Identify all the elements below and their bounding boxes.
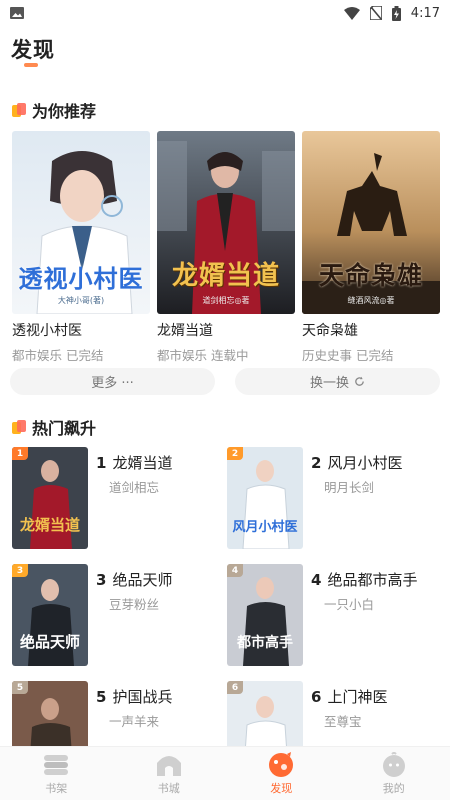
hot-book-title: 5 护国战兵 [96, 688, 173, 706]
hot-book-author: 一声羊来 [109, 714, 160, 729]
rank-badge: 4 [227, 564, 243, 577]
battery-charging-icon [391, 5, 401, 21]
bookstore-icon [155, 752, 183, 778]
nav-label: 书城 [157, 781, 180, 795]
rank-badge: 5 [12, 681, 28, 694]
discover-icon [267, 751, 295, 778]
hot-item[interactable]: 都市高手 4 4 绝品都市高手 一只小白 [227, 564, 437, 666]
section-icon [12, 103, 26, 117]
cover-title: 透视小村医 [18, 265, 144, 293]
hot-item[interactable]: 绝品天师 3 3 绝品天师 豆芽粉丝 [12, 564, 222, 666]
book-meta: 都市娱乐 连载中 [157, 348, 249, 363]
no-sim-icon [369, 6, 382, 20]
profile-icon [380, 751, 408, 778]
hot-book-title: 1 龙婿当道 [96, 454, 173, 472]
hot-header: 热门飙升 [12, 415, 96, 439]
hot-book-author: 一只小白 [324, 597, 375, 612]
hot-title: 热门飙升 [32, 419, 97, 438]
recommend-list: 透视小村医 大神小哥(著) 透视小村医 都市娱乐 已完结 龙婿当道 道剑相忘◎著… [12, 131, 440, 364]
hot-item[interactable]: 龙婿当道 1 1 龙婿当道 道剑相忘 [12, 447, 222, 549]
book-cover[interactable]: 龙婿当道 1 [12, 447, 88, 549]
book-title: 龙婿当道 [157, 323, 213, 339]
bottom-nav: 书架 书城 发现 我的 [0, 746, 450, 800]
clock: 4:17 [410, 5, 440, 21]
nav-bookshelf[interactable]: 书架 [0, 747, 113, 800]
hot-book-title: 3 绝品天师 [96, 571, 173, 589]
refresh-button[interactable]: 换一换 [235, 368, 440, 395]
cover-title: 风月小村医 [232, 520, 298, 535]
hot-book-author: 道剑相忘 [109, 480, 160, 495]
status-bar: 4:17 [0, 0, 450, 26]
recommend-book[interactable]: 天命枭雄 缝酒风流◎著 天命枭雄 历史史事 已完结 [302, 131, 440, 364]
section-icon [12, 420, 26, 434]
nav-bookstore[interactable]: 书城 [113, 747, 226, 800]
recommend-book[interactable]: 龙婿当道 道剑相忘◎著 龙婿当道 都市娱乐 连载中 [157, 131, 295, 364]
cover-title: 绝品天师 [19, 633, 80, 651]
more-button[interactable]: 更多 ··· [10, 368, 215, 395]
recommend-actions: 更多 ··· 换一换 [10, 368, 440, 395]
cover-author: 大神小哥(著) [57, 296, 105, 305]
bookshelf-icon [42, 752, 70, 778]
nav-profile[interactable]: 我的 [338, 747, 450, 800]
book-cover[interactable]: 透视小村医 大神小哥(著) [12, 131, 150, 314]
hot-book-author: 明月长剑 [324, 480, 375, 495]
refresh-icon [355, 376, 364, 386]
more-button-label: 更多 ··· [91, 376, 134, 391]
wifi-icon [343, 6, 360, 20]
hot-book-author: 豆芽粉丝 [109, 597, 160, 612]
book-title: 天命枭雄 [302, 323, 358, 339]
nav-label: 发现 [270, 781, 293, 795]
recommend-title: 为你推荐 [32, 102, 97, 121]
cover-title: 都市高手 [237, 635, 293, 651]
refresh-button-label: 换一换 [309, 376, 349, 391]
book-meta: 历史史事 已完结 [302, 348, 394, 363]
title-underline [24, 63, 38, 67]
book-cover[interactable]: 风月小村医 2 [227, 447, 303, 549]
recommend-book[interactable]: 透视小村医 大神小哥(著) 透视小村医 都市娱乐 已完结 [12, 131, 150, 364]
cover-author: 道剑相忘◎著 [202, 296, 250, 305]
rank-badge: 1 [12, 447, 28, 460]
hot-book-title: 6 上门神医 [311, 688, 388, 706]
rank-badge: 6 [227, 681, 243, 694]
book-cover[interactable]: 龙婿当道 道剑相忘◎著 [157, 131, 295, 314]
nav-discover[interactable]: 发现 [225, 747, 338, 800]
recommend-header: 为你推荐 [12, 98, 96, 122]
cover-title: 龙婿当道 [19, 516, 80, 534]
cover-title: 天命枭雄 [318, 261, 423, 290]
image-icon [10, 7, 24, 19]
book-meta: 都市娱乐 已完结 [12, 348, 104, 363]
book-cover[interactable]: 天命枭雄 缝酒风流◎著 [302, 131, 440, 314]
rank-badge: 2 [227, 447, 243, 460]
hot-book-title: 2 风月小村医 [311, 454, 403, 472]
hot-item[interactable]: 风月小村医 2 2 风月小村医 明月长剑 [227, 447, 437, 549]
nav-label: 书架 [45, 781, 68, 795]
book-title: 透视小村医 [12, 323, 82, 339]
hot-book-title: 4 绝品都市高手 [311, 571, 418, 589]
rank-badge: 3 [12, 564, 28, 577]
cover-title: 龙婿当道 [171, 261, 280, 291]
nav-label: 我的 [382, 781, 405, 795]
hot-book-author: 至尊宝 [324, 714, 362, 729]
book-cover[interactable]: 绝品天师 3 [12, 564, 88, 666]
book-cover[interactable]: 都市高手 4 [227, 564, 303, 666]
cover-author: 缝酒风流◎著 [347, 296, 395, 305]
page-title: 发现 [11, 38, 55, 62]
